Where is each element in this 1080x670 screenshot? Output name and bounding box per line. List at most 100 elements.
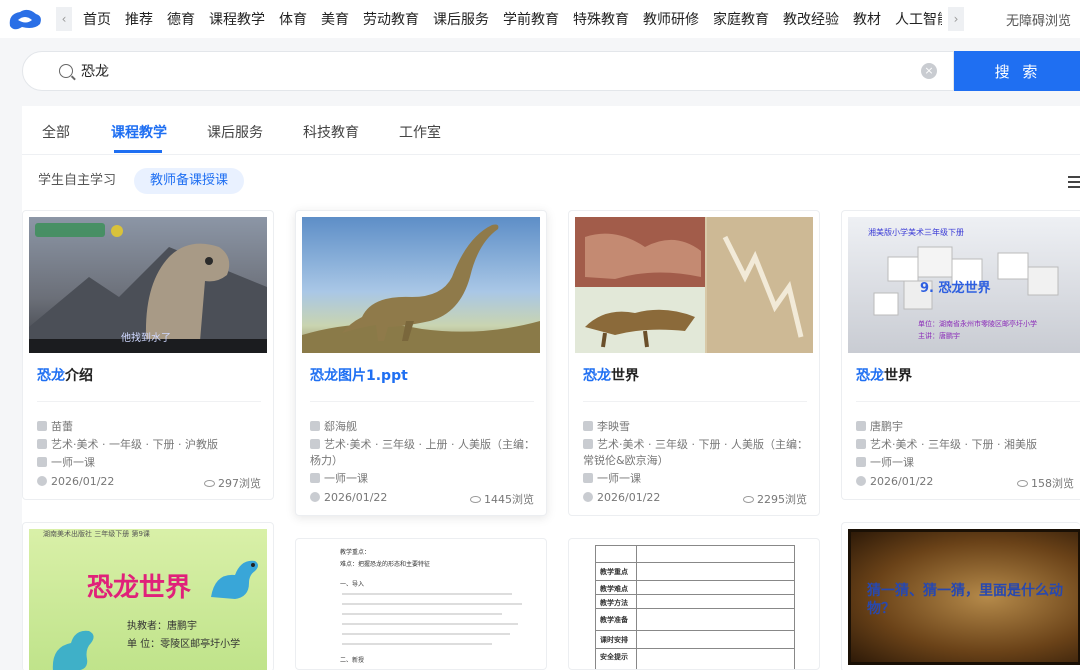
book-icon — [856, 439, 866, 449]
card-divider — [310, 401, 534, 402]
subtab-teacher-prep[interactable]: 教师备课授课 — [134, 168, 245, 194]
nav-item[interactable]: 劳动教育 — [363, 9, 419, 29]
views-text: 2295浏览 — [757, 493, 807, 506]
clock-icon — [856, 476, 866, 486]
table-row-label: 课时安排 — [600, 636, 628, 644]
document-line: 教学重点： — [340, 549, 371, 556]
type-text: 一师一课 — [870, 456, 914, 469]
card-title[interactable]: 恐龙图片1.ppt — [310, 365, 408, 385]
nav-item[interactable]: 德育 — [167, 9, 195, 29]
document-line: 二、新授 — [340, 657, 365, 664]
thumbnail-caption: 他找到水了 — [121, 333, 171, 344]
card-divider — [37, 401, 261, 402]
card-thumbnail: 教学重点： 难点：把握恐龙的形态和主要特征 一、导入 二、新授 — [302, 545, 540, 669]
clear-icon[interactable]: × — [921, 63, 937, 79]
card-title-highlight: 恐龙 — [583, 368, 611, 384]
card-title[interactable]: 恐龙世界 — [856, 365, 912, 385]
type-text: 一师一课 — [324, 472, 368, 485]
resource-card[interactable]: 湖南美术出版社 三年级下册 第9课 恐龙世界 执教者：唐鹏宇 单 位：零陵区邮亭… — [22, 522, 274, 670]
nav-item[interactable]: 学前教育 — [503, 9, 559, 29]
card-title-highlight: 恐龙 — [37, 368, 65, 384]
tab-studio[interactable]: 工作室 — [399, 122, 441, 142]
subject-text: 艺术·美术 · 一年级 · 下册 · 沪教版 — [51, 438, 218, 451]
table-row: 安全提示 — [596, 648, 794, 662]
document-line: 一、导入 — [340, 581, 365, 588]
views-text: 297浏览 — [218, 477, 261, 490]
date-text: 2026/01/22 — [870, 475, 934, 488]
search-button[interactable]: 搜 索 — [954, 51, 1080, 91]
nav-item[interactable]: 人工智能教 — [895, 9, 942, 29]
author-name: 郄海舰 — [324, 420, 357, 433]
book-icon — [37, 439, 47, 449]
search-input[interactable] — [81, 60, 901, 82]
tab-course-teaching[interactable]: 课程教学 — [111, 122, 167, 142]
nav-prev-arrow-icon[interactable]: ‹ — [56, 7, 72, 31]
card-type: 一师一课 — [310, 471, 536, 487]
card-subject: 艺术·美术 · 三年级 · 上册 · 人美版（主编：杨力） — [310, 437, 536, 469]
card-title[interactable]: 恐龙介绍 — [37, 365, 93, 385]
date-text: 2026/01/22 — [51, 475, 115, 488]
clock-icon — [37, 476, 47, 486]
nav-item[interactable]: 教师研修 — [643, 9, 699, 29]
card-title[interactable]: 恐龙世界 — [583, 365, 639, 385]
subtab-student-self-study[interactable]: 学生自主学习 — [22, 168, 132, 194]
search-icon — [59, 64, 73, 78]
resource-card[interactable]: 他找到水了 恐龙介绍 苗蕾 艺术·美术 · 一年级 · 下册 · 沪教版 一师一… — [22, 210, 274, 500]
nav-item[interactable]: 推荐 — [125, 9, 153, 29]
resource-card[interactable]: 恐龙图片1.ppt 郄海舰 艺术·美术 · 三年级 · 上册 · 人美版（主编：… — [295, 210, 547, 516]
resource-card[interactable]: 教学重点 教学难点 教学方法 教学准备 课时安排 安全提示 — [568, 538, 820, 670]
subtabs: 学生自主学习 教师备课授课 — [22, 162, 1080, 198]
tab-science[interactable]: 科技教育 — [303, 122, 359, 142]
resource-card[interactable]: 教学重点： 难点：把握恐龙的形态和主要特征 一、导入 二、新授 — [295, 538, 547, 670]
author-icon — [310, 421, 320, 431]
date-text: 2026/01/22 — [597, 491, 661, 504]
nav-item[interactable]: 美育 — [321, 9, 349, 29]
card-subject: 艺术·美术 · 三年级 · 下册 · 湘美版 — [856, 437, 1080, 453]
tab-all[interactable]: 全部 — [42, 122, 70, 142]
table-row: 教学准备 — [596, 608, 794, 630]
nav-item[interactable]: 首页 — [83, 9, 111, 29]
card-type: 一师一课 — [583, 471, 809, 487]
tab-after-school[interactable]: 课后服务 — [207, 122, 263, 142]
search-box: × — [22, 51, 954, 91]
nav-item[interactable]: 课后服务 — [433, 9, 489, 29]
nav-next-arrow-icon[interactable]: › — [948, 7, 964, 31]
card-title-rest: 介绍 — [65, 368, 93, 384]
nav-item[interactable]: 课程教学 — [209, 9, 265, 29]
nav-item[interactable]: 特殊教育 — [573, 9, 629, 29]
card-thumbnail: 教学重点 教学难点 教学方法 教学准备 课时安排 安全提示 — [595, 545, 795, 669]
card-title-rest: 图片1.ppt — [338, 368, 408, 384]
document-icon — [37, 457, 47, 467]
subject-text: 艺术·美术 · 三年级 · 上册 · 人美版（主编：杨力） — [310, 438, 535, 467]
list-view-icon[interactable] — [1068, 176, 1080, 188]
card-thumbnail: 湘美版小学美术三年级下册 9. 恐龙世界 单位：湖南省永州市零陵区邮亭圩小学 主… — [848, 217, 1080, 353]
card-type: 一师一课 — [37, 455, 263, 471]
nav-item[interactable]: 家庭教育 — [713, 9, 769, 29]
type-text: 一师一课 — [597, 472, 641, 485]
card-thumbnail: 他找到水了 — [29, 217, 267, 353]
resource-card[interactable]: 恐龙世界 李映雪 艺术·美术 · 三年级 · 下册 · 人美版（主编：常锐伦&欧… — [568, 210, 820, 516]
resource-card[interactable]: 猜一猜、猜一猜，里面是什么动物？ — [841, 522, 1080, 670]
card-author: 唐鹏宇 — [856, 419, 1080, 435]
text-line — [342, 593, 512, 595]
nav-item[interactable]: 体育 — [279, 9, 307, 29]
card-author: 李映雪 — [583, 419, 809, 435]
card-thumbnail — [575, 217, 813, 353]
document-icon — [583, 473, 593, 483]
active-tab-underline — [114, 150, 162, 153]
card-divider — [856, 401, 1080, 402]
document-line: 难点：把握恐龙的形态和主要特征 — [340, 561, 431, 568]
resource-card[interactable]: 湘美版小学美术三年级下册 9. 恐龙世界 单位：湖南省永州市零陵区邮亭圩小学 主… — [841, 210, 1080, 500]
logo-icon[interactable] — [6, 6, 44, 32]
tabs-divider — [22, 154, 1080, 155]
text-line — [342, 633, 510, 635]
text-line — [342, 603, 522, 605]
nav-item[interactable]: 教改经验 — [783, 9, 839, 29]
card-views: 1445浏览 — [470, 491, 534, 507]
card-date: 2026/01/22 — [310, 491, 387, 504]
thumbnail-header: 湘美版小学美术三年级下册 — [868, 228, 964, 237]
nav-item[interactable]: 教材 — [853, 9, 881, 29]
table-row-label: 教学准备 — [600, 616, 628, 624]
thumbnail-title: 恐龙世界 — [87, 573, 192, 603]
accessibility-link[interactable]: 无障碍浏览 — [1006, 10, 1071, 29]
